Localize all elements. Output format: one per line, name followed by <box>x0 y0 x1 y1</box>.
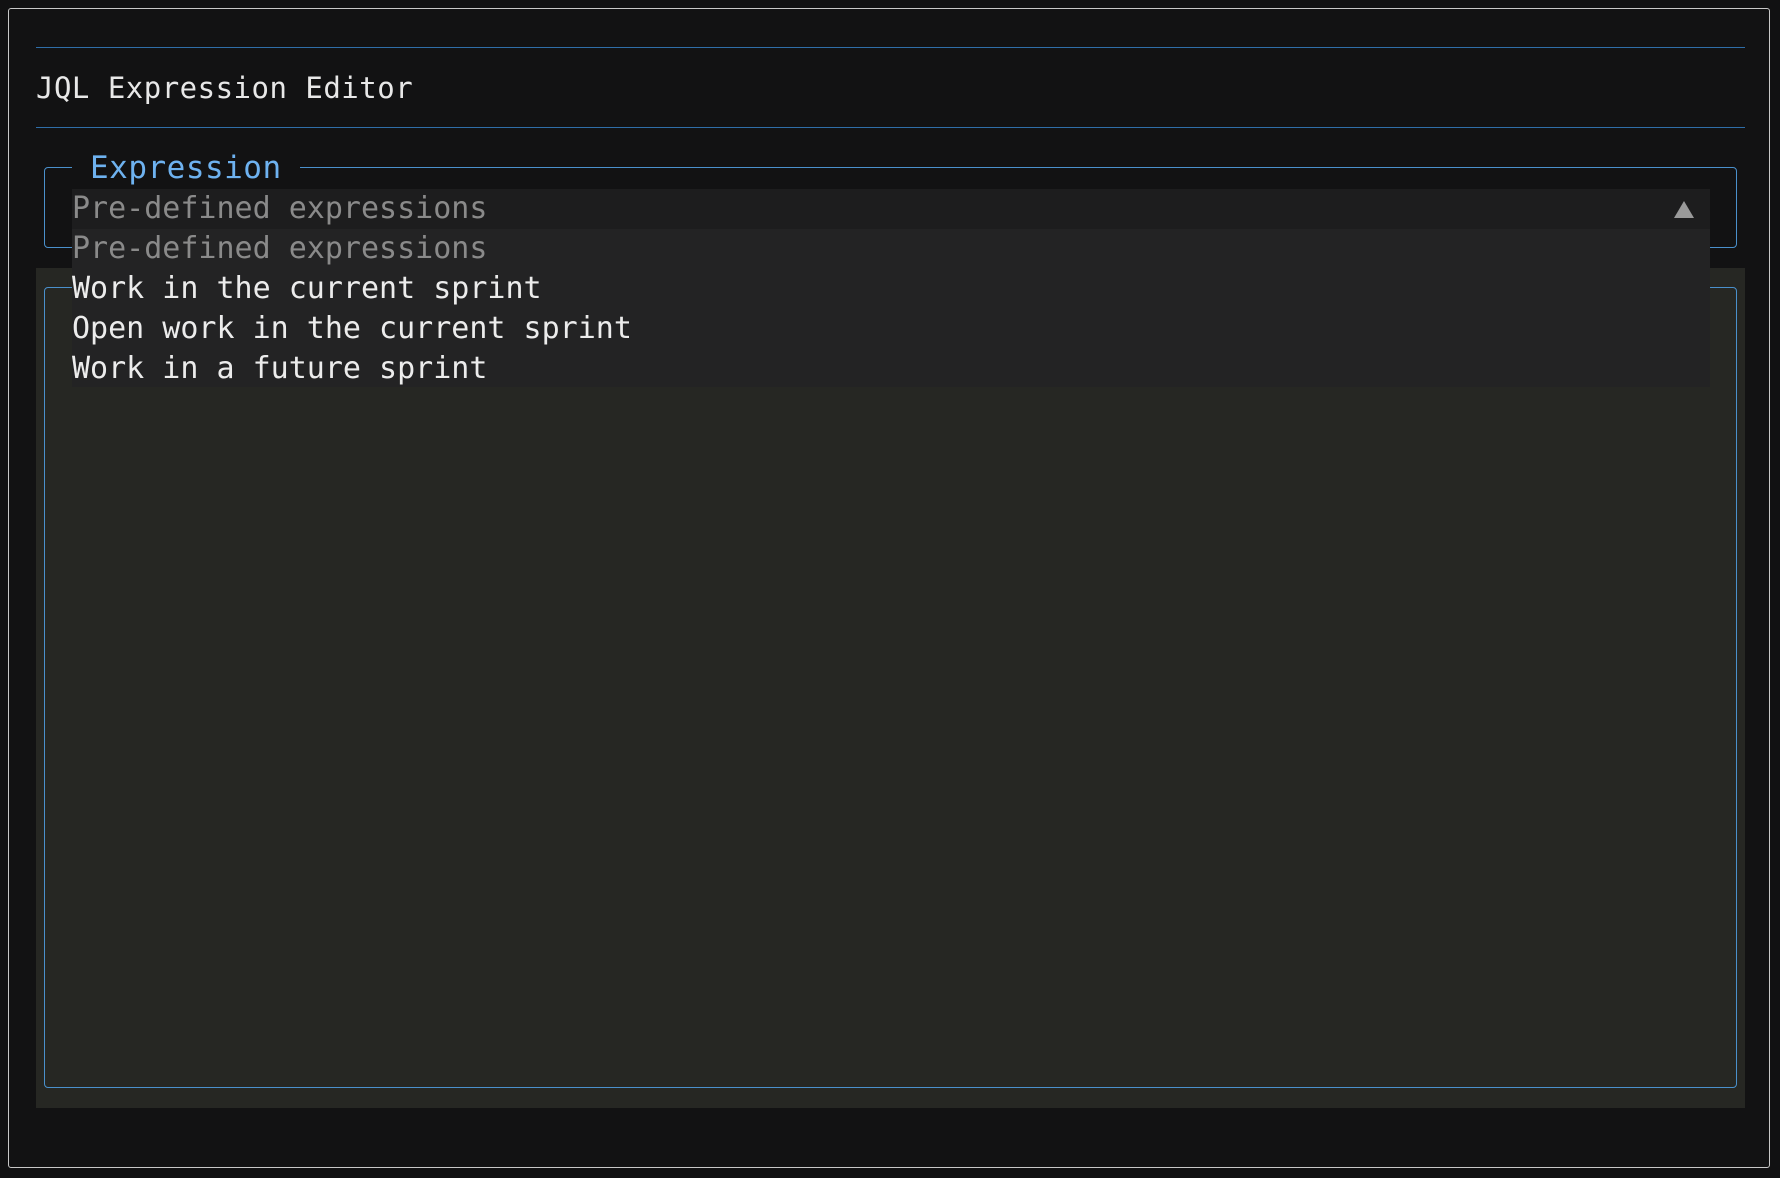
dropdown-option-future-sprint[interactable]: Work in a future sprint <box>72 349 1710 389</box>
select-value: Pre-defined expressions <box>72 191 488 226</box>
predefined-expressions-select[interactable]: Pre-defined expressions <box>72 189 1710 229</box>
dropdown-list: Pre-defined expressions Work in the curr… <box>72 229 1710 387</box>
dropdown-option-open-current-sprint[interactable]: Open work in the current sprint <box>72 309 1710 349</box>
dropdown-option-placeholder[interactable]: Pre-defined expressions <box>72 229 1710 269</box>
title-top-divider <box>36 47 1745 48</box>
expression-legend: Expression <box>72 148 300 188</box>
expression-textarea[interactable] <box>44 287 1737 1088</box>
dropdown-option-current-sprint[interactable]: Work in the current sprint <box>72 269 1710 309</box>
title-bottom-divider <box>36 127 1745 128</box>
chevron-up-icon[interactable] <box>1674 201 1694 218</box>
dialog-title: JQL Expression Editor <box>36 71 414 105</box>
